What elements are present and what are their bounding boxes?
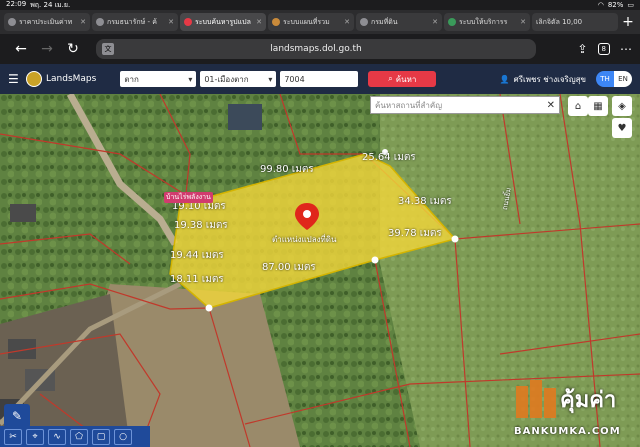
more-icon[interactable]: ⋯ — [620, 42, 632, 56]
parcel-number-input[interactable]: 7004 — [280, 71, 359, 87]
edit-pen-icon[interactable]: ✎ — [4, 404, 30, 428]
favicon-icon — [448, 18, 456, 26]
marker-icon[interactable]: ⌖ — [26, 428, 44, 445]
measurement-label: 25.64 เมตร — [362, 152, 416, 163]
browser-address-bar: ← → ↻ 文 landsmaps.dol.go.th ⇪ 8 ⋯ — [0, 34, 640, 64]
measurement-label: 87.00 เมตร — [262, 262, 316, 273]
polygon-icon[interactable]: ⬠ — [70, 428, 88, 445]
forward-arrow-icon[interactable]: → — [34, 41, 60, 57]
url-field[interactable]: 文 landsmaps.dol.go.th — [96, 39, 536, 59]
browser-tab-3-active[interactable]: ระบบค้นหารูปแปล ✕ — [180, 13, 266, 31]
measure-line-icon[interactable]: ∿ — [48, 428, 66, 445]
lang-th-button[interactable]: TH — [596, 71, 614, 87]
user-icon: 👤 — [499, 74, 510, 84]
close-icon[interactable]: ✕ — [432, 18, 438, 26]
watermark-domain: BANKUMKA.COM — [514, 426, 621, 437]
tab-count-button[interactable]: 8 — [597, 43, 610, 55]
battery-icon: ▭ — [627, 1, 634, 9]
measurement-label: 34.38 เมตร — [398, 196, 452, 207]
watermark-logo — [516, 380, 556, 418]
status-time: 22:09 — [6, 0, 27, 8]
favicon-icon — [360, 18, 368, 26]
url-text: landsmaps.dol.go.th — [270, 44, 362, 54]
dol-logo — [26, 71, 42, 87]
chevron-down-icon: ▾ — [188, 74, 193, 84]
measurement-label: 18.11 เมตร — [170, 274, 224, 285]
browser-tab-1[interactable]: ราคาประเมินค่าท ✕ — [4, 13, 90, 31]
rectangle-icon[interactable]: ▢ — [92, 428, 110, 445]
parcel-location-label: ตำแหน่งแปลงที่ดิน — [272, 235, 337, 244]
close-icon[interactable]: ✕ — [256, 18, 262, 26]
user-name: ศรีเพชร ช่างเจริญสุข — [513, 74, 586, 84]
translate-icon[interactable]: 文 — [102, 43, 114, 55]
circle-icon[interactable]: ○ — [114, 428, 132, 445]
wifi-icon: ◠ — [597, 1, 604, 9]
app-name: LandsMaps — [46, 74, 97, 84]
drawing-toolbar: ✂ ⌖ ∿ ⬠ ▢ ○ — [0, 426, 150, 447]
location-pin-icon — [184, 18, 192, 26]
vertex-marker[interactable] — [371, 256, 379, 264]
user-account[interactable]: 👤 ศรีเพชร ช่างเจริญสุข — [500, 73, 586, 86]
browser-tab-2[interactable]: กรมธนารักษ์ - ค้ ✕ — [92, 13, 178, 31]
search-button[interactable]: ⌕ ค้นหา — [368, 71, 437, 87]
close-icon[interactable]: ✕ — [80, 18, 86, 26]
favicon-icon — [272, 18, 280, 26]
bankumka-watermark: คุ้มค่า BANKUMKA.COM — [508, 364, 638, 444]
browser-tab-5[interactable]: กรมที่ดิน ✕ — [356, 13, 442, 31]
home-icon[interactable]: ⌂ — [568, 96, 588, 116]
browser-tab-6[interactable]: ระบบให้บริการร ✕ — [444, 13, 530, 31]
measurement-label: 19.38 เมตร — [174, 220, 228, 231]
language-toggle: TH EN — [596, 71, 632, 87]
chevron-down-icon: ▾ — [268, 74, 273, 84]
measurement-label: 99.80 เมตร — [260, 164, 314, 175]
landsmaps-toolbar: ☰ LandsMaps ตาก ▾ 01-เมืองตาก ▾ 7004 ⌕ ค้นห… — [0, 64, 640, 94]
building — [228, 104, 262, 130]
vertex-marker[interactable] — [451, 235, 459, 243]
favicon-icon — [96, 18, 104, 26]
status-date: พฤ. 24 เม.ย. — [30, 0, 71, 9]
close-icon[interactable]: ✕ — [344, 18, 350, 26]
hamburger-menu-icon[interactable]: ☰ — [8, 72, 22, 86]
clear-search-icon[interactable]: ✕ — [547, 100, 555, 111]
new-tab-button[interactable]: + — [620, 14, 636, 30]
district-select[interactable]: 01-เมืองตาก ▾ — [200, 71, 277, 87]
layers-icon[interactable]: ◈ — [612, 96, 632, 116]
watermark-text: คุ้มค่า — [560, 388, 617, 413]
browser-tab-strip: ราคาประเมินค่าท ✕ กรมธนารักษ์ - ค้ ✕ ระบบค… — [0, 10, 640, 34]
close-icon[interactable]: ✕ — [520, 18, 526, 26]
measurement-label: 39.78 เมตร — [388, 228, 442, 239]
house-marker-label[interactable]: บ้านไร่พลังงาน — [164, 192, 213, 203]
vertex-marker[interactable] — [205, 304, 213, 312]
measurement-label: 19.44 เมตร — [170, 250, 224, 261]
back-arrow-icon[interactable]: ← — [8, 41, 34, 57]
search-icon: ⌕ — [388, 74, 393, 83]
browser-tab-7[interactable]: เลิกจิตัล 10,00 — [532, 13, 618, 31]
lang-en-button[interactable]: EN — [614, 71, 632, 87]
browser-tab-4[interactable]: ระบบแผนที่รวม ✕ — [268, 13, 354, 31]
reload-icon[interactable]: ↻ — [60, 41, 86, 57]
grid-icon[interactable]: ▦ — [588, 96, 608, 116]
ios-status-bar: 22:09 พฤ. 24 เม.ย. ◠ 82% ▭ — [0, 0, 640, 10]
close-icon[interactable]: ✕ — [168, 18, 174, 26]
favicon-icon — [8, 18, 16, 26]
province-select[interactable]: ตาก ▾ — [120, 71, 197, 87]
battery-percent: 82% — [607, 1, 624, 9]
building — [10, 204, 36, 222]
tools-icon[interactable]: ✂ — [4, 428, 22, 445]
favorite-heart-icon[interactable]: ♥ — [612, 118, 632, 138]
place-search-input[interactable]: ค้นหาสถานที่สำคัญ ✕ — [370, 96, 560, 114]
share-icon[interactable]: ⇪ — [577, 42, 587, 56]
